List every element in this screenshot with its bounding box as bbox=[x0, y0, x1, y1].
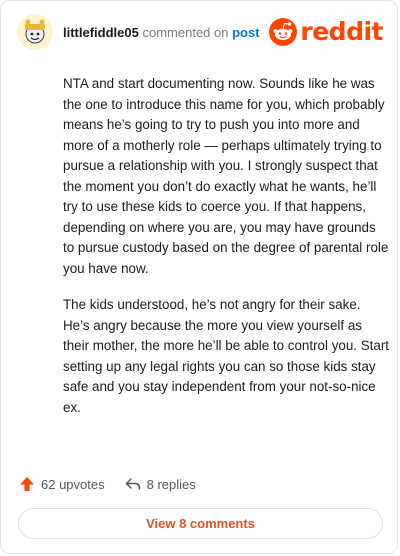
comment-meta: littlefiddle05 commented on post bbox=[63, 25, 260, 41]
avatar-icon bbox=[17, 14, 53, 50]
comment-paragraph: The kids understood, he’s not angry for … bbox=[63, 297, 390, 415]
replies-button[interactable]: 8 replies bbox=[125, 476, 196, 492]
reply-count: 8 replies bbox=[146, 476, 196, 492]
comment-card: littlefiddle05 commented on post reddit … bbox=[0, 0, 398, 554]
comment-header: littlefiddle05 commented on post reddit bbox=[17, 14, 383, 52]
comment-paragraph: NTA and start documenting now. Sounds li… bbox=[63, 76, 389, 276]
upvote-arrow-icon bbox=[20, 477, 34, 491]
upvote-button[interactable]: 62 upvotes bbox=[19, 476, 105, 492]
reddit-wordmark: reddit bbox=[300, 17, 383, 46]
post-link[interactable]: post bbox=[232, 25, 259, 40]
upvote-count: 62 upvotes bbox=[41, 476, 105, 492]
username-link[interactable]: littlefiddle05 bbox=[63, 25, 139, 40]
reddit-snoo-icon bbox=[269, 18, 298, 46]
commented-on-text: commented on bbox=[142, 25, 229, 40]
avatar[interactable] bbox=[17, 14, 53, 50]
reply-arrow-icon bbox=[125, 478, 140, 490]
view-comments-button[interactable]: View 8 comments bbox=[18, 508, 383, 539]
comment-body: NTA and start documenting now. Sounds li… bbox=[63, 74, 389, 434]
comment-actions: 62 upvotes 8 replies bbox=[19, 473, 216, 495]
reddit-logo[interactable]: reddit bbox=[269, 18, 383, 46]
